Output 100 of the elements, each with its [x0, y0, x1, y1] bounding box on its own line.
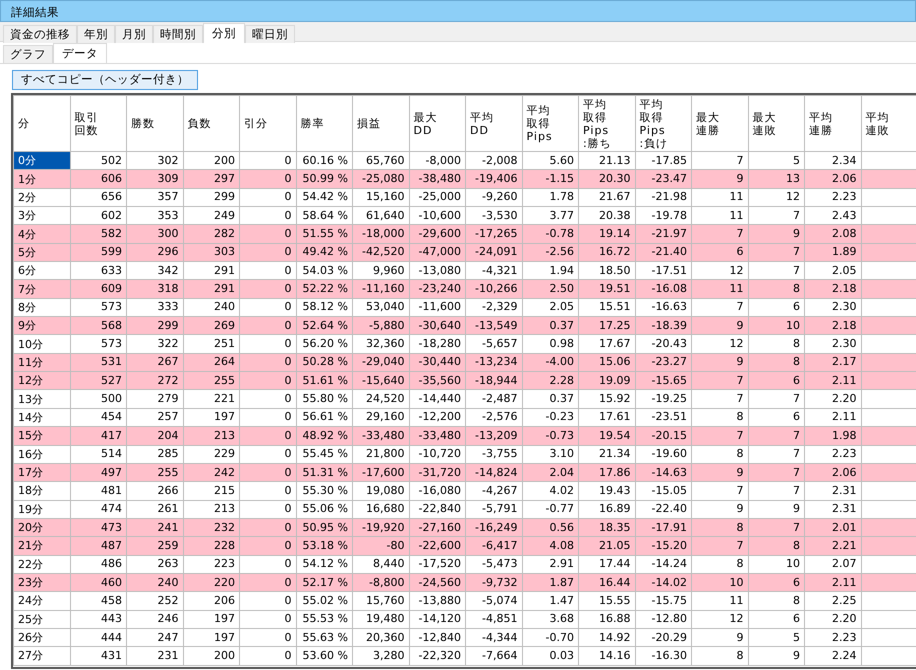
table-cell: 11: [692, 592, 748, 610]
table-cell: -0.77: [522, 500, 578, 518]
table-cell: -24,091: [466, 243, 522, 262]
table-cell: -6,417: [466, 536, 522, 556]
table-cell: 241: [126, 518, 183, 537]
table-cell[interactable]: 16分: [14, 446, 70, 463]
table-cell: 240: [126, 573, 183, 592]
table-cell: 2.04: [522, 463, 578, 482]
table-cell: 48.92 %: [296, 426, 352, 445]
table-cell: -14,120: [409, 610, 466, 628]
tab[interactable]: 曜日別: [245, 25, 295, 43]
table-cell: 0.56: [522, 518, 578, 537]
table-cell: 54.42 %: [296, 188, 352, 207]
tab[interactable]: 年別: [77, 25, 115, 43]
table-cell[interactable]: 18分: [14, 482, 70, 500]
tab[interactable]: 時間別: [153, 25, 203, 43]
table-cell: 255: [183, 372, 240, 390]
table-cell[interactable]: 14分: [14, 408, 70, 426]
table-cell[interactable]: 13分: [14, 390, 70, 408]
table-cell: 7: [748, 463, 804, 482]
table-cell[interactable]: 26分: [14, 629, 70, 646]
table-cell: 606: [70, 170, 126, 188]
table-cell: 2.18: [804, 280, 861, 298]
table-cell: -47,000: [409, 243, 466, 262]
table-cell[interactable]: 15分: [14, 427, 70, 444]
table-cell: 2.91: [522, 555, 578, 574]
table-cell: 272: [126, 372, 183, 390]
table-cell[interactable]: 10分: [14, 336, 70, 353]
table-cell: 9: [692, 316, 748, 335]
table-cell[interactable]: 2分: [14, 188, 70, 206]
tab[interactable]: 分別: [203, 23, 245, 43]
table-cell: -29,040: [352, 353, 409, 372]
table-cell: 0: [240, 518, 296, 537]
table-cell: 2.31: [804, 482, 861, 500]
table-cell: 251: [183, 334, 240, 354]
tab[interactable]: データ: [53, 43, 107, 63]
table-cell: 297: [183, 170, 240, 188]
table-cell: 221: [183, 390, 240, 408]
table-cell[interactable]: 19分: [14, 500, 70, 518]
table-cell[interactable]: 21分: [14, 537, 70, 554]
table-cell: 1.47: [522, 592, 578, 610]
table-cell: -17,520: [409, 555, 466, 574]
table-cell[interactable]: 23分: [14, 574, 70, 592]
table-cell: 2.23: [804, 628, 861, 647]
table-cell[interactable]: 9分: [14, 317, 70, 334]
table-cell: 15.92: [578, 390, 635, 408]
table-cell: 14.92: [578, 628, 635, 647]
table-cell[interactable]: 3分: [14, 207, 70, 224]
table-cell[interactable]: 4分: [14, 226, 70, 243]
table-cell: 2.11: [804, 372, 861, 390]
table-cell: -9,260: [466, 188, 522, 207]
table-cell: -14.63: [635, 463, 692, 482]
table-cell: -4,851: [466, 610, 522, 628]
table-cell: 9: [748, 500, 804, 518]
table-cell: 309: [126, 170, 183, 188]
table-cell: 6: [748, 573, 804, 592]
table-cell: 1.89: [804, 243, 861, 262]
table-cell[interactable]: 6分: [14, 262, 70, 280]
table-cell[interactable]: 12分: [14, 372, 70, 390]
table-cell: 15.55: [578, 592, 635, 610]
table-cell[interactable]: 7分: [14, 280, 70, 298]
table-cell: 17.86: [578, 463, 635, 482]
table-cell: 279: [126, 390, 183, 408]
table-cell: 8: [748, 536, 804, 556]
table-cell: 4.08: [522, 536, 578, 556]
table-cell: 431: [70, 646, 126, 666]
table-cell: 10: [748, 555, 804, 574]
table-cell: 282: [183, 224, 240, 244]
table-cell: -4,267: [466, 482, 522, 500]
tab[interactable]: グラフ: [3, 45, 53, 63]
table-cell: 16.44: [578, 573, 635, 592]
table-cell: -42,520: [352, 243, 409, 262]
table-cell: 11: [692, 188, 748, 207]
table-cell: 16,680: [352, 500, 409, 518]
window-title: 詳細結果: [0, 0, 916, 22]
table-cell[interactable]: 11分: [14, 354, 70, 371]
table-cell: -25,080: [352, 170, 409, 188]
table-cell: -38,480: [409, 170, 466, 188]
table-cell: 3,280: [352, 646, 409, 666]
tab[interactable]: 月別: [115, 25, 153, 43]
table-cell[interactable]: 20分: [14, 519, 70, 536]
table-cell[interactable]: 8分: [14, 298, 70, 316]
table-cell: 55.06 %: [296, 500, 352, 518]
table-cell[interactable]: 24分: [14, 592, 70, 610]
table-cell: 7: [748, 390, 804, 408]
table-cell: -20.29: [635, 628, 692, 647]
table-cell[interactable]: 0分: [14, 152, 70, 170]
table-cell: 14.16: [578, 646, 635, 666]
table-cell[interactable]: 1分: [14, 170, 70, 188]
table-cell: 609: [70, 280, 126, 298]
column-header: 平均連敗: [866, 110, 890, 136]
table-cell: 474: [70, 500, 126, 518]
table-cell[interactable]: 5分: [14, 244, 70, 261]
tab[interactable]: 資金の推移: [3, 25, 77, 43]
table-cell[interactable]: 17分: [14, 464, 70, 482]
table-cell[interactable]: 27分: [14, 647, 70, 664]
table-cell[interactable]: 25分: [14, 610, 70, 628]
table-cell: 514: [70, 445, 126, 464]
table-cell[interactable]: 22分: [14, 556, 70, 573]
copy-all-button[interactable]: すべてコピー（ヘッダー付き）: [12, 70, 198, 90]
